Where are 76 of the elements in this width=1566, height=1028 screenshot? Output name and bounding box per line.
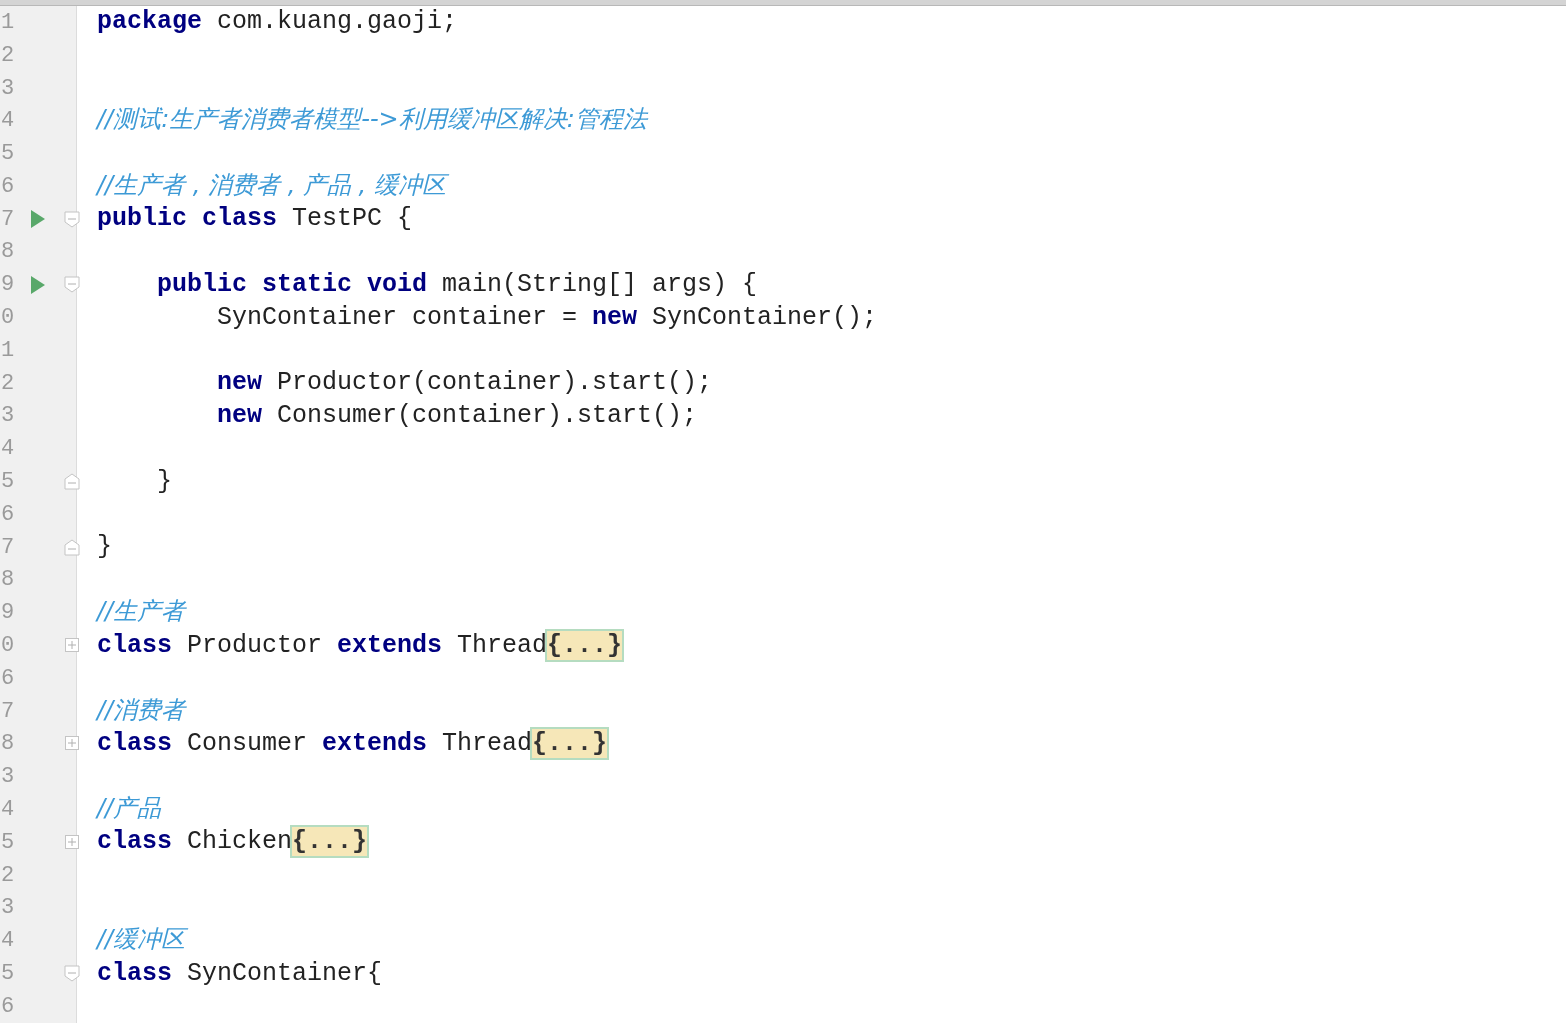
- line-number: 5: [1, 469, 15, 495]
- line-number: 9: [1, 272, 15, 298]
- code-text: Chicken: [186, 827, 293, 857]
- line-number: 3: [1, 403, 15, 429]
- keyword: new: [592, 302, 638, 332]
- code-text: SynContainer container =: [217, 302, 579, 332]
- line-number: 4: [1, 108, 15, 134]
- line-number: 5: [1, 829, 15, 855]
- keyword: public class: [97, 204, 278, 234]
- folded-code[interactable]: {...}: [292, 827, 368, 857]
- line-number: 5: [1, 961, 15, 986]
- code-text: }: [157, 466, 172, 496]
- line-number: 7: [1, 534, 15, 560]
- code-text: }: [97, 532, 112, 562]
- keyword: class: [97, 630, 172, 660]
- fold-minus-icon[interactable]: [64, 965, 80, 982]
- line-number: 3: [1, 764, 15, 790]
- fold-plus-icon[interactable]: [64, 735, 80, 753]
- code-comment: //消费者: [97, 695, 186, 724]
- code-text: com.kuang.gaoji;: [216, 7, 458, 37]
- keyword: class: [97, 728, 172, 758]
- line-number: 0: [1, 305, 15, 331]
- code-text: Consumer: [186, 728, 309, 758]
- code-comment: //生产者: [97, 597, 186, 626]
- code-text: TestPC {: [291, 204, 413, 234]
- line-number: 6: [1, 665, 15, 691]
- line-number: 8: [1, 239, 15, 265]
- code-comment: //产品: [97, 794, 162, 822]
- line-number: 6: [1, 993, 15, 1019]
- code-text: Consumer(container).start();: [276, 400, 698, 430]
- code-text: main(String[] args) {: [441, 269, 758, 299]
- line-number: 7: [1, 698, 15, 724]
- code-text: Thread: [456, 630, 548, 660]
- line-number: 2: [1, 42, 15, 68]
- keyword: extends: [322, 728, 428, 758]
- code-comment: //测试:生产者消费者模型-->利用缓冲区解决:管程法: [97, 105, 647, 134]
- fold-plus-icon[interactable]: [64, 637, 80, 655]
- line-number: 2: [1, 370, 15, 396]
- line-number: 8: [1, 731, 15, 757]
- code-text: Thread: [441, 728, 533, 758]
- fold-minus-icon[interactable]: [64, 210, 80, 228]
- keyword: extends: [337, 630, 443, 660]
- run-icon[interactable]: [30, 210, 46, 229]
- code-comment: //缓冲区: [97, 925, 186, 954]
- code-text: SynContainer();: [651, 302, 878, 332]
- line-number: 0: [1, 633, 15, 659]
- code-text: Productor: [186, 630, 324, 660]
- fold-minus-icon[interactable]: [64, 538, 80, 556]
- folded-code[interactable]: {...}: [532, 728, 608, 758]
- line-number: 1: [1, 9, 15, 35]
- line-number: 3: [1, 75, 15, 101]
- fold-minus-icon[interactable]: [64, 473, 80, 491]
- code-text: Productor(container).start();: [276, 368, 713, 398]
- keyword: class: [97, 827, 172, 857]
- line-number: 6: [1, 173, 15, 199]
- keyword: class: [97, 958, 172, 988]
- code-text: SynContainer{: [186, 958, 383, 988]
- line-number: 9: [1, 600, 15, 626]
- keyword: new: [217, 400, 262, 430]
- keyword: public static void: [157, 269, 428, 299]
- line-number: 5: [1, 141, 15, 167]
- line-number: 4: [1, 436, 15, 462]
- line-number: 1: [1, 337, 15, 363]
- keyword: new: [217, 368, 262, 398]
- line-number: 2: [1, 862, 15, 888]
- line-number: 8: [1, 567, 15, 593]
- folded-code[interactable]: {...}: [547, 630, 623, 660]
- line-number: 4: [1, 797, 15, 823]
- line-number: 6: [1, 501, 15, 527]
- line-number: 7: [1, 206, 15, 232]
- line-number: 4: [1, 928, 15, 954]
- keyword: package: [97, 7, 203, 37]
- line-number: 3: [1, 895, 15, 921]
- fold-minus-icon[interactable]: [64, 276, 80, 294]
- fold-plus-icon[interactable]: [64, 833, 80, 851]
- run-icon[interactable]: [30, 275, 46, 294]
